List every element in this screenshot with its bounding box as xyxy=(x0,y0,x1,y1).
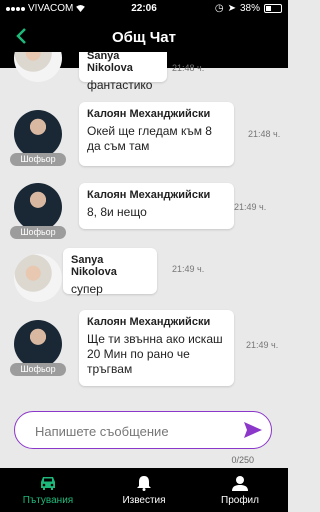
tab-bar: Пътувания Известия Профил xyxy=(0,468,288,512)
status-bar: VIVACOM 22:06 ◷ ➤ 38% xyxy=(0,0,288,16)
avatar[interactable] xyxy=(14,320,62,368)
role-badge: Шофьор xyxy=(10,153,66,166)
message-time: 21:49 ч. xyxy=(172,264,205,274)
page-title: Общ Чат xyxy=(112,29,176,46)
car-icon xyxy=(41,477,55,490)
battery-percent: 38% xyxy=(239,3,260,14)
message-time: 21:49 ч. xyxy=(234,202,267,212)
tab-label: Профил xyxy=(221,495,259,506)
role-badge: Шофьор xyxy=(10,363,66,376)
message-time: 21:48 ч. xyxy=(248,129,281,139)
tab-notifications[interactable]: Известия xyxy=(96,468,192,512)
role-badge: Шофьор xyxy=(10,226,66,239)
avatar[interactable] xyxy=(14,254,62,302)
message-sender: Sanya Nikolova xyxy=(71,254,117,278)
message-composer xyxy=(14,411,272,449)
system-indicators: ◷ ➤ 38% xyxy=(215,3,282,14)
tab-profile[interactable]: Профил xyxy=(192,468,288,512)
avatar[interactable] xyxy=(14,52,62,82)
message-text: фантастико xyxy=(87,78,153,92)
avatar[interactable] xyxy=(14,183,62,231)
message-text: Окей ще гледам към 8 да съм там xyxy=(87,124,212,153)
message-text: супер xyxy=(71,282,103,296)
message-bubble: Sanya Nikolova супер xyxy=(63,248,157,296)
message-text: Ще ти звънна ако искаш 20 Мин по рано че… xyxy=(87,332,223,376)
character-counter: 0/250 xyxy=(231,455,254,465)
message-sender: Калоян Механджийски xyxy=(87,108,211,120)
list-item: Шофьор Калоян Механджийски 8, 8и нещо 21… xyxy=(0,183,288,247)
message-bubble: Калоян Механджийски Окей ще гледам към 8… xyxy=(79,102,234,166)
avatar[interactable] xyxy=(14,110,62,158)
message-sender: Калоян Механджийски xyxy=(87,189,211,201)
message-bubble: Калоян Механджийски 8, 8и нещо xyxy=(79,183,234,229)
location-icon: ➤ xyxy=(227,3,236,14)
send-icon[interactable] xyxy=(243,421,263,439)
message-time: 21:48 ч. xyxy=(172,63,205,73)
message-bubble: Sanya Nikolova фантастико xyxy=(79,52,167,92)
user-icon xyxy=(232,476,248,491)
battery-icon xyxy=(264,4,282,13)
message-sender: Калоян Механджийски xyxy=(87,316,211,328)
list-item: Sanya Nikolova супер 21:49 ч. xyxy=(0,248,288,306)
message-text: 8, 8и нещо xyxy=(87,205,147,219)
tab-trips[interactable]: Пътувания xyxy=(0,468,96,512)
list-item: Шофьор Калоян Механджийски Ще ти звънна … xyxy=(0,310,288,402)
message-input[interactable] xyxy=(33,421,237,441)
list-item: Шофьор Калоян Механджийски Окей ще гледа… xyxy=(0,102,288,174)
bell-icon xyxy=(137,476,151,491)
chat-messages[interactable]: Sanya Nikolova фантастико 21:48 ч. Шофьо… xyxy=(0,52,288,407)
message-time: 21:49 ч. xyxy=(246,340,279,350)
tab-label: Известия xyxy=(122,495,166,506)
alarm-icon: ◷ xyxy=(214,3,224,14)
message-sender: Sanya Nikolova xyxy=(87,52,133,74)
list-item: Sanya Nikolova фантастико 21:48 ч. xyxy=(0,52,288,94)
tab-label: Пътувания xyxy=(22,495,74,506)
message-bubble: Калоян Механджийски Ще ти звънна ако иск… xyxy=(79,310,234,386)
